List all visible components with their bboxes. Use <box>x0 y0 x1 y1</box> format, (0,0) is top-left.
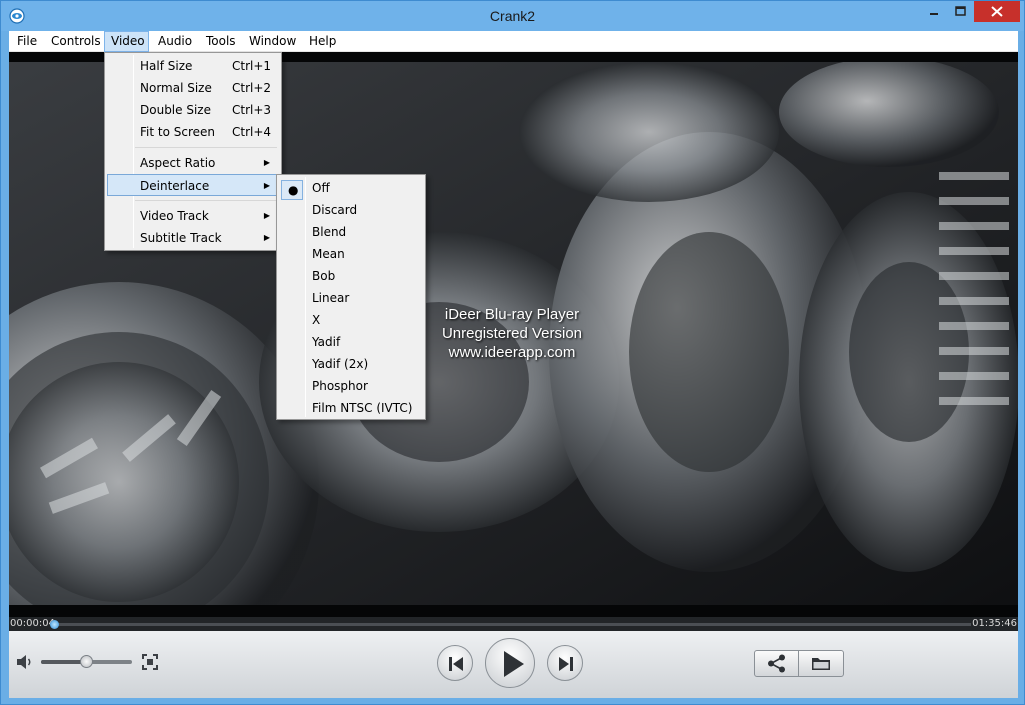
seek-bar[interactable]: 00:00:04 01:35:46 <box>9 617 1018 631</box>
unregistered-watermark: iDeer Blu-ray Player Unregistered Versio… <box>437 305 587 362</box>
minimize-button[interactable] <box>921 1 947 22</box>
menu-item-label: Phosphor <box>312 379 368 393</box>
menu-controls[interactable]: Controls <box>45 31 107 52</box>
elapsed-time: 00:00:04 <box>10 618 55 629</box>
menu-window[interactable]: Window <box>243 31 302 52</box>
menu-tools[interactable]: Tools <box>200 31 242 52</box>
menu-item-double-size[interactable]: Double Size Ctrl+3 <box>107 99 279 121</box>
menu-item-label: Subtitle Track <box>140 231 222 245</box>
video-menu: Half Size Ctrl+1 Normal Size Ctrl+2 Doub… <box>104 52 282 251</box>
app-window: Crank2 File Controls Video Audio Tools W… <box>0 0 1025 705</box>
menu-item-label: Fit to Screen <box>140 125 215 139</box>
watermark-line: Unregistered Version <box>441 325 583 342</box>
submenu-arrow-icon: ▶ <box>263 211 270 220</box>
next-icon <box>559 657 573 671</box>
window-title: Crank2 <box>489 8 536 24</box>
menu-item-yadif-2x[interactable]: Yadif (2x) <box>279 353 423 375</box>
volume-slider[interactable] <box>41 655 132 668</box>
selected-radio-icon: ● <box>281 180 303 200</box>
menu-item-phosphor[interactable]: Phosphor <box>279 375 423 397</box>
menu-item-label: Double Size <box>140 103 211 117</box>
menu-help[interactable]: Help <box>303 31 342 52</box>
menu-item-shortcut: Ctrl+1 <box>232 59 272 73</box>
menu-item-shortcut: Ctrl+3 <box>232 103 272 117</box>
menu-item-subtitle-track[interactable]: Subtitle Track ▶ <box>107 227 279 249</box>
menu-item-label: Half Size <box>140 59 193 73</box>
title-bar[interactable]: Crank2 <box>1 1 1024 31</box>
menu-audio[interactable]: Audio <box>152 31 198 52</box>
menu-item-label: Deinterlace <box>140 179 210 193</box>
menu-item-label: Video Track <box>140 209 209 223</box>
menu-item-blend[interactable]: Blend <box>279 221 423 243</box>
menu-item-yadif[interactable]: Yadif <box>279 331 423 353</box>
menu-item-label: Yadif (2x) <box>312 357 369 371</box>
menu-video[interactable]: Video <box>104 31 149 52</box>
menu-item-label: Yadif <box>312 335 341 349</box>
menu-item-film-ntsc-ivtc[interactable]: Film NTSC (IVTC) <box>279 397 423 419</box>
open-folder-button[interactable] <box>799 651 843 676</box>
submenu-arrow-icon: ▶ <box>263 158 270 167</box>
control-bar <box>9 631 1018 698</box>
menu-item-label: Off <box>312 181 330 195</box>
menu-item-shortcut: Ctrl+4 <box>232 125 272 139</box>
menu-item-label: Film NTSC (IVTC) <box>312 401 413 415</box>
close-button[interactable] <box>974 1 1020 22</box>
menu-item-label: Normal Size <box>140 81 212 95</box>
radio-dot-icon: ● <box>288 183 299 197</box>
menu-item-off[interactable]: ● Off <box>279 177 423 200</box>
menu-item-aspect-ratio[interactable]: Aspect Ratio ▶ <box>107 152 279 174</box>
share-button[interactable] <box>755 651 799 676</box>
folder-icon <box>812 658 830 670</box>
menu-item-linear[interactable]: Linear <box>279 287 423 309</box>
menu-item-x[interactable]: X <box>279 309 423 331</box>
menu-item-label: Blend <box>312 225 347 239</box>
menu-item-mean[interactable]: Mean <box>279 243 423 265</box>
menu-file[interactable]: File <box>11 31 43 52</box>
share-icon <box>768 654 785 673</box>
menu-item-fit-to-screen[interactable]: Fit to Screen Ctrl+4 <box>107 121 279 143</box>
volume-icon[interactable] <box>15 653 35 674</box>
share-open-group <box>754 650 844 677</box>
menu-item-label: Mean <box>312 247 345 261</box>
next-button[interactable] <box>547 645 583 681</box>
previous-button[interactable] <box>437 645 473 681</box>
menu-item-label: X <box>312 313 321 327</box>
menu-item-video-track[interactable]: Video Track ▶ <box>107 205 279 227</box>
watermark-line: iDeer Blu-ray Player <box>444 306 580 323</box>
previous-icon <box>449 657 463 671</box>
total-time: 01:35:46 <box>972 618 1017 629</box>
menu-item-discard[interactable]: Discard <box>279 199 423 221</box>
menu-separator <box>135 147 277 148</box>
menu-item-normal-size[interactable]: Normal Size Ctrl+2 <box>107 77 279 99</box>
submenu-arrow-icon: ▶ <box>263 233 270 242</box>
menu-bar: File Controls Video Audio Tools Window H… <box>9 31 1018 52</box>
seek-handle[interactable] <box>50 620 59 629</box>
play-icon <box>504 651 524 677</box>
menu-item-label: Linear <box>312 291 350 305</box>
play-button[interactable] <box>485 638 535 688</box>
menu-separator <box>135 200 277 201</box>
menu-item-deinterlace[interactable]: Deinterlace ▶ <box>107 174 279 196</box>
volume-handle[interactable] <box>80 655 93 668</box>
fullscreen-icon[interactable] <box>141 653 159 674</box>
seek-track[interactable] <box>50 620 971 629</box>
menu-item-shortcut: Ctrl+2 <box>232 81 272 95</box>
menu-item-bob[interactable]: Bob <box>279 265 423 287</box>
menu-item-label: Aspect Ratio <box>140 156 216 170</box>
menu-item-label: Discard <box>312 203 358 217</box>
watermark-line: www.ideerapp.com <box>448 344 576 361</box>
submenu-arrow-icon: ▶ <box>263 181 270 190</box>
deinterlace-submenu: ● Off Discard Blend Mean Bob Linear X Ya… <box>276 174 426 420</box>
maximize-button[interactable] <box>947 1 974 22</box>
menu-item-label: Bob <box>312 269 336 283</box>
menu-item-half-size[interactable]: Half Size Ctrl+1 <box>107 55 279 77</box>
